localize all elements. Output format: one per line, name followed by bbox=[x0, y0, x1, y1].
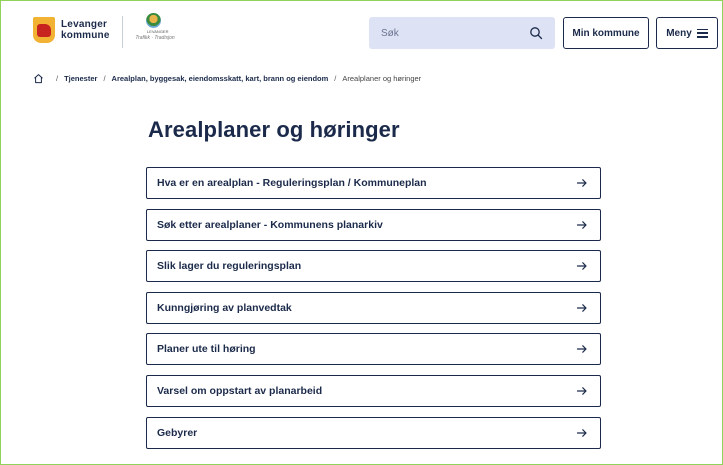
search-icon[interactable] bbox=[529, 26, 543, 40]
page-title: Arealplaner og høringer bbox=[148, 117, 400, 142]
arrow-right-icon bbox=[576, 345, 587, 354]
menu-button[interactable]: Meny bbox=[656, 17, 718, 49]
site-header: Levanger kommune LEVANGER Trafikk · Trad… bbox=[1, 1, 722, 63]
emblem-logo: LEVANGER Trafikk · Tradisjon bbox=[135, 13, 175, 53]
link-item[interactable]: Varsel om oppstart av planarbeid bbox=[146, 374, 601, 407]
logo-text: Levanger kommune bbox=[61, 19, 110, 41]
link-item[interactable]: Søk etter arealplaner - Kommunens planar… bbox=[146, 208, 601, 241]
link-item-label: Gebyrer bbox=[157, 426, 198, 439]
link-item-label: Søk etter arealplaner - Kommunens planar… bbox=[157, 218, 383, 231]
page: Levanger kommune LEVANGER Trafikk · Trad… bbox=[0, 0, 723, 465]
link-item[interactable]: Planer ute til høring bbox=[146, 333, 601, 366]
link-item-label: Planer ute til høring bbox=[157, 343, 256, 356]
breadcrumb-link-tjenester[interactable]: Tjenester bbox=[64, 74, 97, 83]
min-kommune-button[interactable]: Min kommune bbox=[563, 17, 649, 49]
search-input[interactable] bbox=[369, 18, 519, 48]
link-list: Hva er en arealplan - Reguleringsplan / … bbox=[146, 167, 601, 458]
link-item-label: Slik lager du reguleringsplan bbox=[157, 260, 302, 273]
hamburger-menu-icon bbox=[696, 28, 708, 38]
breadcrumb-separator: / bbox=[334, 73, 337, 83]
arrow-right-icon bbox=[576, 303, 587, 312]
link-item[interactable]: Slik lager du reguleringsplan bbox=[146, 250, 601, 283]
logo-line1: Levanger bbox=[61, 19, 108, 30]
min-kommune-label: Min kommune bbox=[572, 27, 640, 39]
link-item[interactable]: Hva er en arealplan - Reguleringsplan / … bbox=[146, 167, 601, 199]
search-box bbox=[369, 17, 555, 49]
link-item-label: Kunngjøring av planvedtak bbox=[157, 301, 292, 314]
logo-line2: kommune bbox=[61, 30, 110, 41]
breadcrumb: / Tjenester / Arealplan, byggesak, eiend… bbox=[33, 71, 421, 85]
arrow-right-icon bbox=[576, 387, 587, 395]
coat-of-arms-icon bbox=[33, 17, 55, 43]
menu-label: Meny bbox=[666, 27, 692, 39]
breadcrumb-current: Arealplaner og høringer bbox=[342, 73, 422, 83]
emblem-tagline: Trafikk · Tradisjon bbox=[135, 35, 175, 41]
breadcrumb-separator: / bbox=[103, 73, 106, 83]
levanger-logo-link[interactable]: Levanger kommune bbox=[33, 17, 110, 43]
breadcrumb-separator: / bbox=[56, 73, 59, 83]
arrow-right-icon bbox=[576, 428, 587, 437]
emblem-icon bbox=[146, 13, 161, 28]
link-item-label: Hva er en arealplan - Reguleringsplan / … bbox=[157, 177, 427, 189]
arrow-right-icon bbox=[576, 220, 587, 229]
logo-divider bbox=[122, 16, 123, 48]
breadcrumb-link-arealplan[interactable]: Arealplan, byggesak, eiendomsskatt, kart… bbox=[112, 74, 329, 83]
link-item[interactable]: Kunngjøring av planvedtak bbox=[146, 291, 601, 324]
link-item[interactable]: Gebyrer bbox=[146, 416, 601, 449]
link-item-label: Varsel om oppstart av planarbeid bbox=[157, 384, 323, 397]
emblem-caption: LEVANGER bbox=[147, 29, 169, 34]
arrow-right-icon bbox=[576, 262, 587, 270]
home-icon[interactable] bbox=[33, 73, 44, 84]
arrow-right-icon bbox=[576, 179, 587, 187]
